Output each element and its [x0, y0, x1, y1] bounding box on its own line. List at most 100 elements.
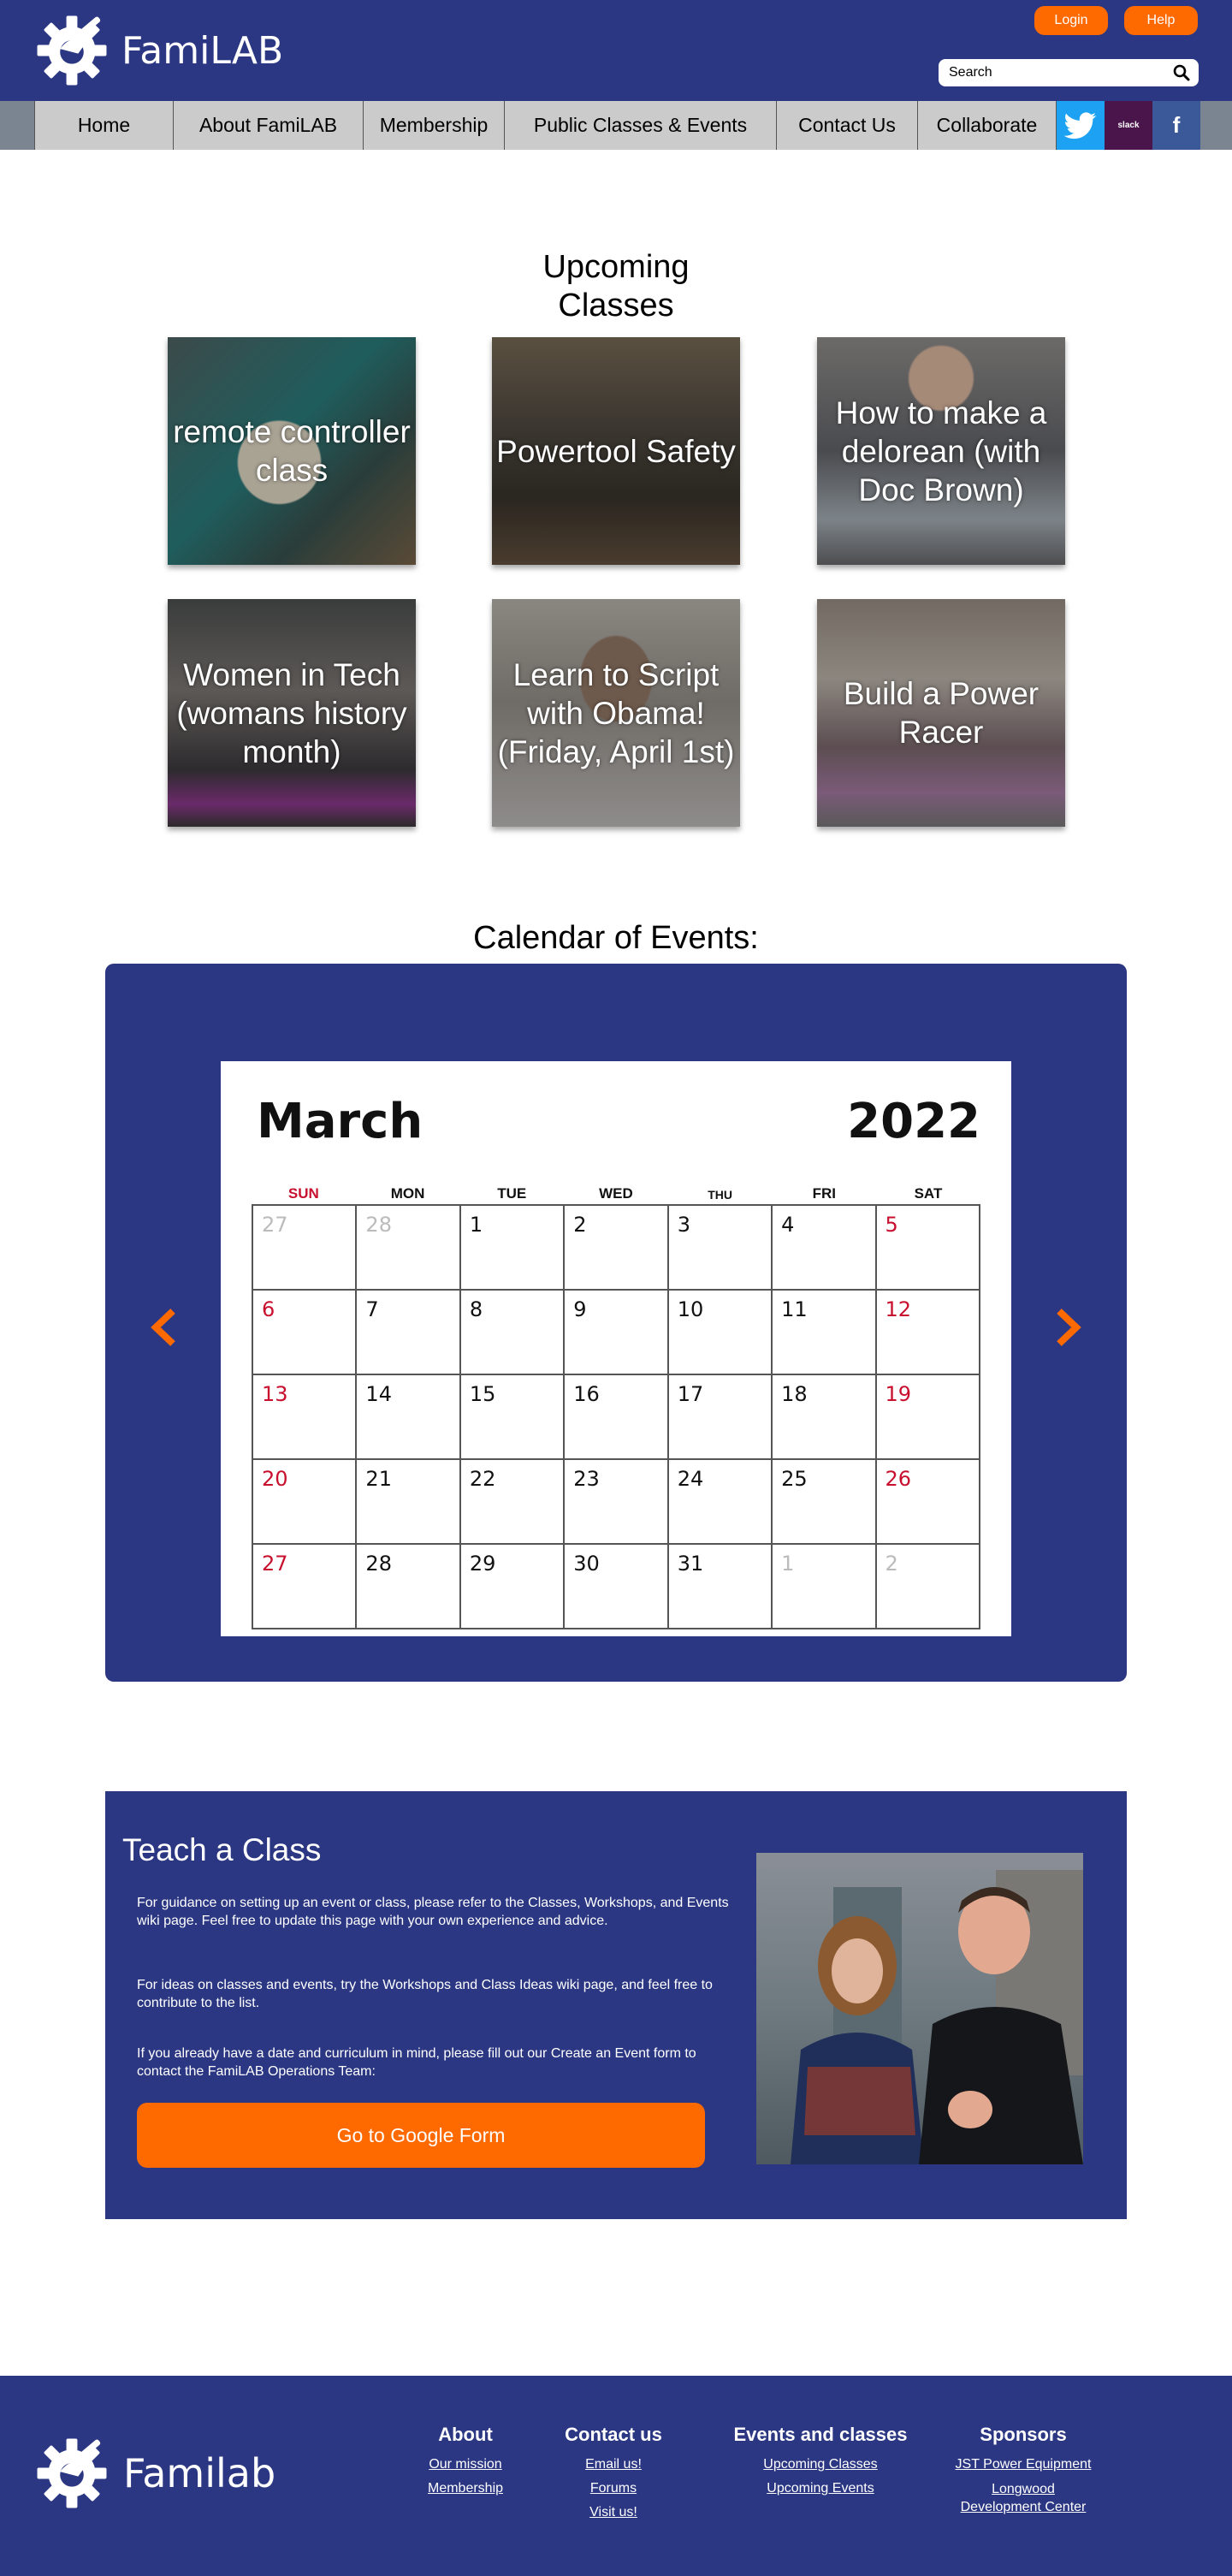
calendar-day[interactable]: 15 — [460, 1375, 566, 1460]
nav-item-collaborate[interactable]: Collaborate — [918, 101, 1057, 150]
search-input[interactable] — [949, 64, 1163, 81]
nav-item-membership[interactable]: Membership — [364, 101, 505, 150]
facebook-link[interactable]: f — [1152, 101, 1200, 150]
chevron-right-icon[interactable] — [1052, 1306, 1083, 1349]
login-button[interactable]: Login — [1034, 6, 1108, 35]
nav-item-contact[interactable]: Contact Us — [777, 101, 918, 150]
calendar-day[interactable]: 29 — [460, 1545, 566, 1629]
calendar-day[interactable]: 20 — [253, 1460, 358, 1545]
teach-a-class-section: Teach a Class For guidance on setting up… — [105, 1791, 1127, 2219]
google-form-button[interactable]: Go to Google Form — [137, 2103, 705, 2168]
class-card-label: How to make a delorean (with Doc Brown) — [835, 395, 1047, 507]
calendar-day[interactable]: 22 — [460, 1460, 566, 1545]
header-logo[interactable]: FamiLAB — [33, 11, 283, 90]
footer-heading: Sponsors — [980, 2424, 1067, 2445]
footer-link-email[interactable]: Email us! — [549, 2453, 678, 2477]
twitter-bird-icon — [1064, 111, 1097, 139]
calendar-day[interactable]: 19 — [876, 1375, 980, 1460]
calendar-day[interactable]: 27 — [253, 1206, 358, 1291]
calendar-day[interactable]: 1 — [460, 1206, 566, 1291]
calendar-weeks: 27 28 1 2 3 4 5 6 7 8 9 10 11 12 13 14 1… — [252, 1204, 980, 1629]
dow-label: THU — [708, 1188, 732, 1202]
dow-label: SAT — [914, 1185, 943, 1202]
dow-label: WED — [599, 1185, 633, 1202]
footer-link-upcoming-events[interactable]: Upcoming Events — [722, 2477, 919, 2501]
footer-link-visit[interactable]: Visit us! — [549, 2501, 678, 2525]
calendar-day[interactable]: 9 — [565, 1291, 669, 1375]
calendar-day[interactable]: 23 — [565, 1460, 669, 1545]
page: FamiLAB Login Help Home About FamiLAB Me… — [0, 0, 1232, 2576]
calendar-day[interactable]: 10 — [668, 1291, 773, 1375]
instructors-photo — [756, 1853, 1083, 2164]
calendar-day[interactable]: 25 — [773, 1460, 877, 1545]
gear-logo-icon — [37, 2438, 107, 2508]
footer-link-membership[interactable]: Membership — [406, 2477, 525, 2501]
main-nav: Home About FamiLAB Membership Public Cla… — [0, 101, 1232, 150]
calendar-day[interactable]: 1 — [773, 1545, 877, 1629]
calendar-day[interactable]: 26 — [876, 1460, 980, 1545]
class-card-script-with-obama[interactable]: Learn to Script with Obama! (Friday, Apr… — [492, 599, 740, 827]
calendar-day[interactable]: 6 — [253, 1291, 358, 1375]
footer-col-events: Events and classes Upcoming Classes Upco… — [722, 2424, 919, 2501]
footer-link-forums[interactable]: Forums — [549, 2477, 678, 2501]
footer-link-jst[interactable]: JST Power Equipment — [936, 2453, 1111, 2477]
footer-link-upcoming-classes[interactable]: Upcoming Classes — [722, 2453, 919, 2477]
calendar-day[interactable]: 11 — [773, 1291, 877, 1375]
calendar-day[interactable]: 18 — [773, 1375, 877, 1460]
calendar-day[interactable]: 31 — [668, 1545, 773, 1629]
calendar-week: 13 14 15 16 17 18 19 — [253, 1375, 980, 1460]
twitter-link[interactable] — [1057, 101, 1105, 150]
calendar-title: Calendar of Events: — [473, 920, 759, 956]
calendar-day[interactable]: 5 — [876, 1206, 980, 1291]
calendar-day[interactable]: 24 — [668, 1460, 773, 1545]
calendar-day[interactable]: 13 — [253, 1375, 358, 1460]
calendar-day[interactable]: 12 — [876, 1291, 980, 1375]
footer-logo[interactable]: Familab — [33, 2434, 275, 2513]
slack-link[interactable]: slack — [1105, 101, 1152, 150]
teach-paragraph: For ideas on classes and events, try the… — [137, 1978, 713, 2010]
help-button[interactable]: Help — [1124, 6, 1198, 35]
chevron-left-icon[interactable] — [149, 1306, 180, 1349]
gear-logo-icon — [37, 15, 107, 86]
footer-heading: Contact us — [565, 2424, 662, 2445]
calendar-day[interactable]: 30 — [565, 1545, 669, 1629]
class-card-delorean[interactable]: How to make a delorean (with Doc Brown) — [817, 337, 1065, 565]
calendar-day[interactable]: 27 — [253, 1545, 358, 1629]
class-card-label: Build a Power Racer — [843, 676, 1040, 750]
nav-item-home[interactable]: Home — [34, 101, 174, 150]
calendar-day[interactable]: 4 — [773, 1206, 877, 1291]
footer-link-longwood[interactable]: Longwood Development Center — [959, 2480, 1087, 2516]
class-card-women-in-tech[interactable]: Women in Tech (womans history month) — [168, 599, 416, 827]
class-card-power-racer[interactable]: Build a Power Racer — [817, 599, 1065, 827]
title-line: Classes — [558, 288, 674, 323]
footer-col-about: About Our mission Membership — [406, 2424, 525, 2501]
calendar-grid: SUN MON TUE WED THU FRI SAT 27 28 1 2 3 … — [252, 1185, 980, 1629]
calendar-day[interactable]: 2 — [876, 1545, 980, 1629]
calendar-day[interactable]: 2 — [565, 1206, 669, 1291]
search-box — [939, 59, 1199, 86]
search-icon[interactable] — [1173, 64, 1190, 81]
footer-heading: About — [438, 2424, 493, 2445]
calendar-day[interactable]: 3 — [668, 1206, 773, 1291]
dow-label: TUE — [497, 1185, 527, 1202]
calendar-day[interactable]: 14 — [357, 1375, 461, 1460]
calendar-day[interactable]: 17 — [668, 1375, 773, 1460]
dow-label: MON — [390, 1185, 425, 1202]
facebook-logo-icon: f — [1172, 112, 1181, 138]
calendar-day[interactable]: 28 — [357, 1206, 461, 1291]
calendar-day[interactable]: 8 — [460, 1291, 566, 1375]
teach-title: Teach a Class — [122, 1832, 322, 1867]
footer-col-sponsors: Sponsors JST Power Equipment Longwood De… — [936, 2424, 1111, 2516]
slack-logo-icon: slack — [1117, 121, 1140, 130]
nav-item-public-classes[interactable]: Public Classes & Events — [505, 101, 777, 150]
calendar-day[interactable]: 21 — [357, 1460, 461, 1545]
calendar-day[interactable]: 7 — [357, 1291, 461, 1375]
calendar-sheet: March 2022 SUN MON TUE WED THU FRI SAT 2… — [221, 1061, 1011, 1636]
class-card-remote-controller[interactable]: remote controller class — [168, 337, 416, 565]
class-card-powertool-safety[interactable]: Powertool Safety — [492, 337, 740, 565]
nav-item-about[interactable]: About FamiLAB — [174, 101, 364, 150]
calendar-day[interactable]: 28 — [357, 1545, 461, 1629]
footer-link-our-mission[interactable]: Our mission — [406, 2453, 525, 2477]
brand-name: FamiLAB — [121, 28, 284, 73]
calendar-day[interactable]: 16 — [565, 1375, 669, 1460]
